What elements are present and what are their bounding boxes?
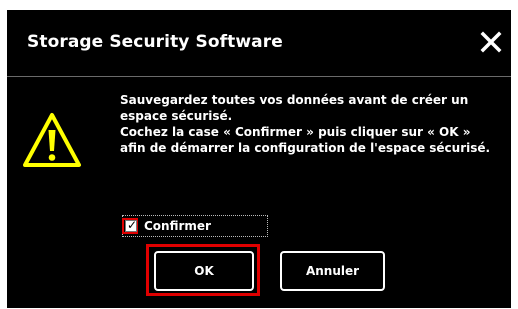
confirm-checkbox[interactable]: ✓ Confirmer: [122, 215, 268, 237]
cancel-button[interactable]: Annuler: [280, 251, 385, 291]
warning-triangle-icon: [23, 113, 81, 167]
title-separator: [7, 76, 511, 77]
close-icon[interactable]: [477, 28, 505, 56]
message-instructions: Cochez la case « Confirmer » puis clique…: [120, 125, 491, 155]
dialog-title: Storage Security Software: [27, 32, 283, 52]
ok-button[interactable]: OK: [154, 251, 254, 291]
title-bar: Storage Security Software: [7, 10, 511, 76]
checkmark-icon: ✓: [127, 218, 138, 232]
checkbox-box[interactable]: ✓: [125, 218, 138, 232]
storage-security-dialog: Storage Security Software Sauvegardez to…: [7, 10, 511, 308]
message-backup: Sauvegardez toutes vos données avant de …: [120, 93, 469, 123]
confirm-label: Confirmer: [144, 219, 211, 233]
warning-message: Sauvegardez toutes vos données avant de …: [120, 92, 500, 156]
